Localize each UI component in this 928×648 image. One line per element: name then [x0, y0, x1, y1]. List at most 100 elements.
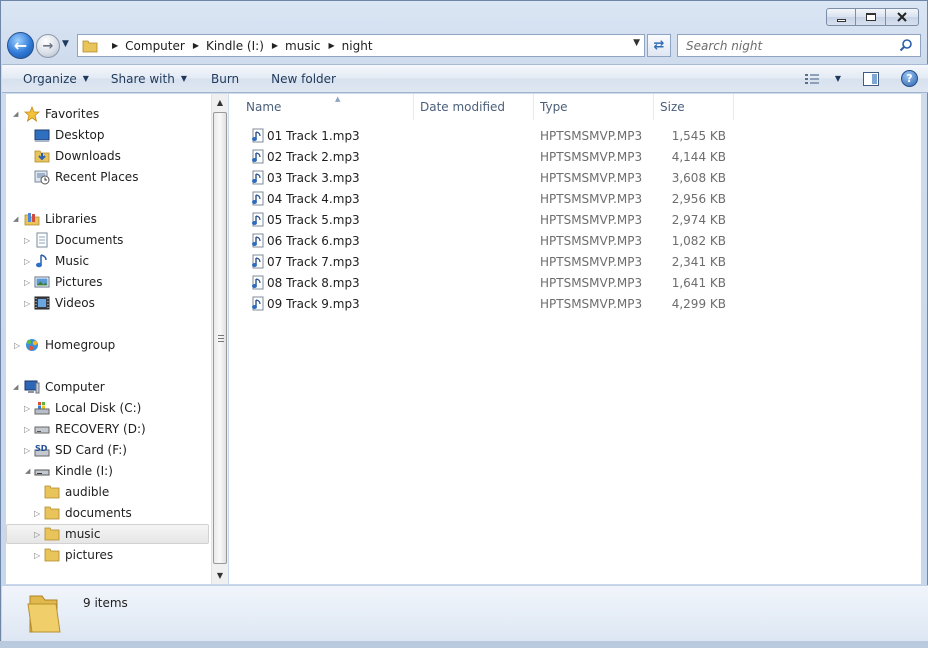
nav-local-disk[interactable]: ▷ Local Disk (C:): [24, 398, 141, 418]
item-count: 9 items: [83, 596, 128, 610]
column-date-modified[interactable]: Date modified: [414, 94, 534, 120]
nav-videos[interactable]: ▷ Videos: [24, 293, 95, 313]
computer-icon: [24, 379, 40, 395]
file-type: HPTSMSMVP.MP3: [540, 276, 643, 290]
organize-button[interactable]: Organize ▼: [13, 65, 99, 92]
breadcrumb-night[interactable]: night: [342, 39, 373, 53]
nav-music[interactable]: ▷ Music: [24, 251, 89, 271]
forward-arrow-icon: →: [42, 38, 54, 54]
expand-arrow-icon[interactable]: ◢: [13, 110, 18, 118]
nav-desktop[interactable]: Desktop: [34, 125, 105, 145]
navigation-scrollbar[interactable]: ▲ ▼: [211, 94, 228, 584]
nav-folder-documents[interactable]: ▷ documents: [34, 503, 132, 523]
expand-arrow-icon[interactable]: ▷: [24, 425, 30, 434]
file-size: 4,144 KB: [671, 150, 726, 164]
new-folder-button[interactable]: New folder: [261, 65, 346, 92]
help-button[interactable]: ?: [901, 70, 918, 87]
table-row[interactable]: 03 Track 3.mp3 HPTSMSMVP.MP3 3,608 KB: [245, 168, 745, 189]
share-with-label: Share with: [110, 71, 175, 86]
scroll-down-icon[interactable]: ▼: [212, 567, 228, 584]
column-size[interactable]: Size: [654, 94, 734, 120]
libraries-icon: [24, 211, 40, 227]
maximize-button[interactable]: [856, 8, 886, 26]
file-size: 3,608 KB: [671, 171, 726, 185]
mp3-file-icon: [252, 275, 264, 290]
table-row[interactable]: 05 Track 5.mp3 HPTSMSMVP.MP3 2,974 KB: [245, 210, 745, 231]
nav-kindle[interactable]: ◢ Kindle (I:): [24, 461, 113, 481]
nav-documents-label: Documents: [55, 233, 124, 247]
back-button[interactable]: ←: [7, 32, 34, 59]
burn-button[interactable]: Burn: [201, 65, 249, 92]
search-icon[interactable]: [899, 38, 913, 52]
expand-arrow-icon[interactable]: ▷: [24, 404, 30, 413]
nav-recovery[interactable]: ▷ RECOVERY (D:): [24, 419, 146, 439]
breadcrumb-arrow-icon[interactable]: ▶: [112, 41, 118, 50]
breadcrumb-computer[interactable]: Computer: [125, 39, 185, 53]
nav-recent-places[interactable]: Recent Places: [34, 167, 138, 187]
close-button[interactable]: [886, 8, 919, 26]
nav-pictures[interactable]: ▷ Pictures: [24, 272, 103, 292]
expand-arrow-icon[interactable]: ▷: [34, 530, 40, 539]
nav-favorites[interactable]: ◢ Favorites: [6, 104, 99, 124]
forward-button[interactable]: →: [36, 34, 60, 58]
local-disk-icon: [34, 400, 50, 416]
expand-arrow-icon[interactable]: ▷: [34, 551, 40, 560]
column-name[interactable]: Name ▲: [240, 94, 414, 120]
preview-pane-icon[interactable]: [863, 71, 879, 86]
nav-homegroup[interactable]: ▷ Homegroup: [14, 335, 115, 355]
nav-sd-card[interactable]: ▷ SD SD Card (F:): [24, 440, 127, 460]
column-header: Name ▲ Date modified Type Size: [229, 94, 921, 120]
nav-downloads[interactable]: Downloads: [34, 146, 121, 166]
refresh-button[interactable]: ⇄: [647, 34, 671, 57]
table-row[interactable]: 07 Track 7.mp3 HPTSMSMVP.MP3 2,341 KB: [245, 252, 745, 273]
expand-arrow-icon[interactable]: ◢: [13, 383, 18, 391]
scroll-up-icon[interactable]: ▲: [212, 94, 228, 111]
help-icon: ?: [906, 72, 913, 85]
minimize-button[interactable]: [826, 8, 856, 26]
nav-computer[interactable]: ◢ Computer: [6, 377, 105, 397]
file-size: 1,545 KB: [671, 129, 726, 143]
table-row[interactable]: 04 Track 4.mp3 HPTSMSMVP.MP3 2,956 KB: [245, 189, 745, 210]
pictures-icon: [34, 274, 50, 290]
details-pane: 9 items: [2, 585, 928, 641]
expand-arrow-icon[interactable]: ▷: [14, 341, 20, 350]
expand-arrow-icon[interactable]: ▷: [34, 509, 40, 518]
nav-folder-pictures[interactable]: ▷ pictures: [34, 545, 113, 565]
expand-arrow-icon[interactable]: ▷: [24, 236, 30, 245]
expand-arrow-icon[interactable]: ▷: [24, 299, 30, 308]
expand-arrow-icon[interactable]: ◢: [25, 467, 30, 475]
breadcrumb-arrow-icon[interactable]: ▶: [193, 41, 199, 50]
breadcrumb-kindle[interactable]: Kindle (I:): [206, 39, 264, 53]
close-icon: [897, 12, 907, 22]
nav-recovery-label: RECOVERY (D:): [55, 422, 146, 436]
search-input[interactable]: [678, 38, 888, 53]
column-type[interactable]: Type: [534, 94, 654, 120]
breadcrumb-arrow-icon[interactable]: ▶: [272, 41, 278, 50]
table-row[interactable]: 08 Track 8.mp3 HPTSMSMVP.MP3 1,641 KB: [245, 273, 745, 294]
expand-arrow-icon[interactable]: ◢: [13, 215, 18, 223]
address-dropdown-icon[interactable]: ▼: [633, 38, 640, 48]
expand-arrow-icon[interactable]: ▷: [24, 257, 30, 266]
table-row[interactable]: 09 Track 9.mp3 HPTSMSMVP.MP3 4,299 KB: [245, 294, 745, 315]
nav-documents[interactable]: ▷ Documents: [24, 230, 123, 250]
nav-libraries[interactable]: ◢ Libraries: [6, 209, 97, 229]
expand-arrow-icon[interactable]: ▷: [24, 278, 30, 287]
file-name: 03 Track 3.mp3: [267, 171, 360, 185]
file-size: 4,299 KB: [671, 297, 726, 311]
nav-folder-music[interactable]: ▷ music: [6, 524, 209, 544]
breadcrumb-arrow-icon[interactable]: ▶: [329, 41, 335, 50]
view-options-icon[interactable]: [804, 73, 821, 85]
expand-arrow-icon[interactable]: ▷: [24, 446, 30, 455]
share-with-button[interactable]: Share with ▼: [101, 65, 197, 92]
address-bar[interactable]: ▶ Computer ▶ Kindle (I:) ▶ music ▶ night…: [77, 34, 645, 57]
recent-pages-dropdown[interactable]: ▼: [62, 39, 69, 49]
table-row[interactable]: 02 Track 2.mp3 HPTSMSMVP.MP3 4,144 KB: [245, 147, 745, 168]
file-name: 02 Track 2.mp3: [267, 150, 360, 164]
scrollbar-thumb[interactable]: [213, 112, 227, 564]
homegroup-icon: [24, 337, 40, 353]
table-row[interactable]: 06 Track 6.mp3 HPTSMSMVP.MP3 1,082 KB: [245, 231, 745, 252]
table-row[interactable]: 01 Track 1.mp3 HPTSMSMVP.MP3 1,545 KB: [245, 126, 745, 147]
breadcrumb-music[interactable]: music: [285, 39, 320, 53]
view-dropdown-icon[interactable]: ▼: [835, 74, 841, 83]
nav-folder-audible[interactable]: audible: [44, 482, 109, 502]
